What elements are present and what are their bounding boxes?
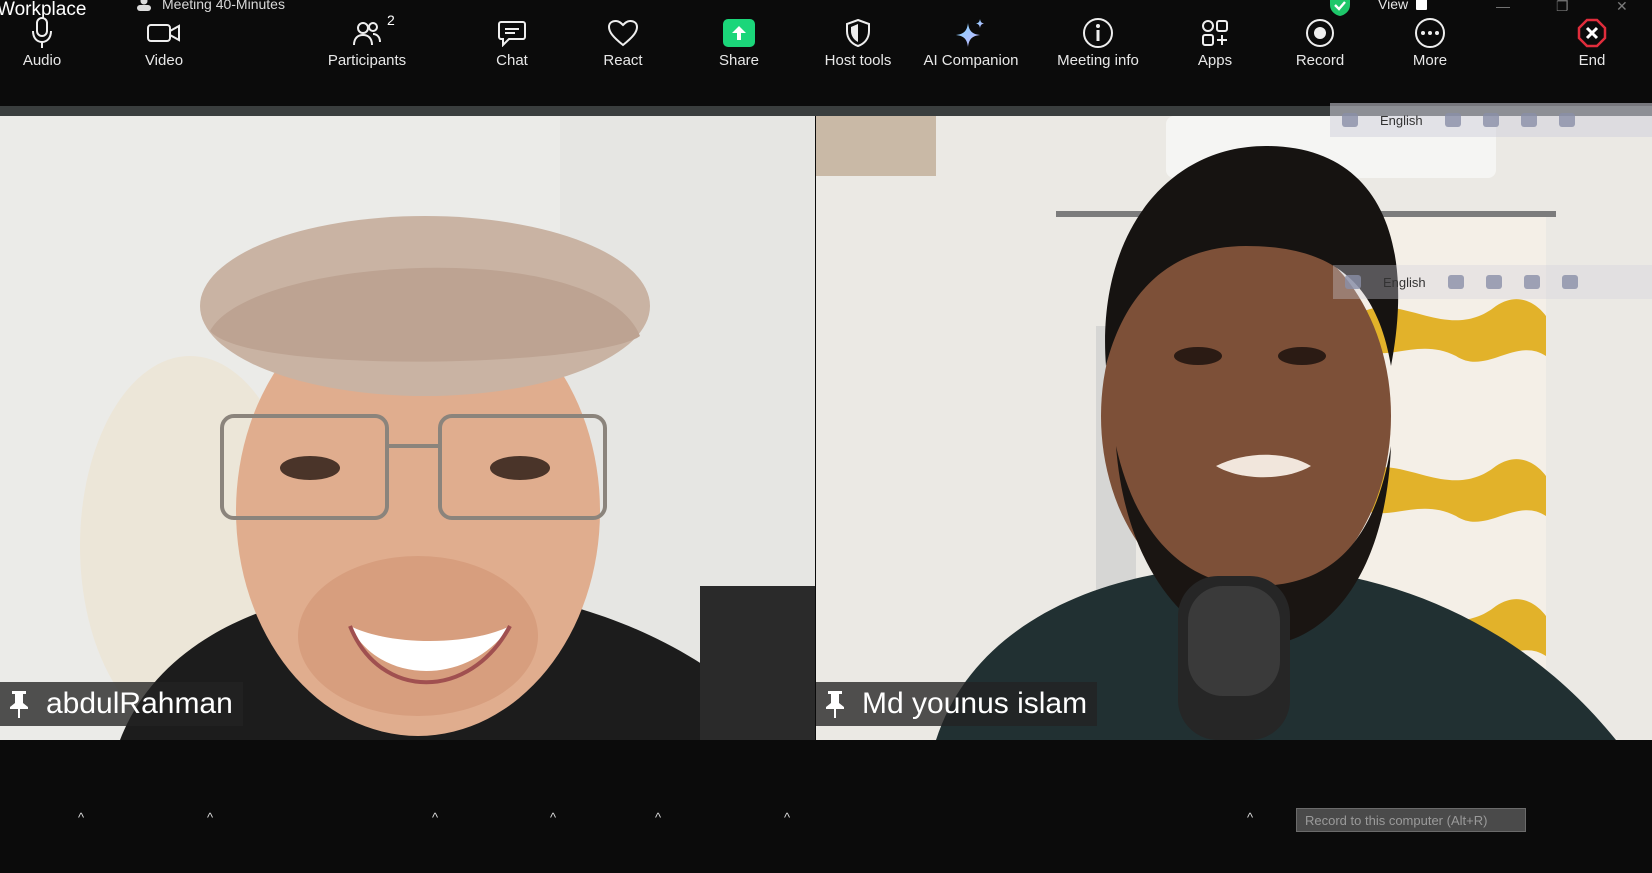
ime-language-bar-ghost[interactable]: English (1333, 265, 1652, 299)
participants-button[interactable]: 2 Participants (322, 0, 412, 83)
participants-count: 2 (387, 12, 395, 28)
view-label: View (1378, 0, 1409, 12)
record-icon (1305, 14, 1335, 52)
apps-options-chevron-icon[interactable]: ^ (1247, 810, 1253, 825)
heart-icon (607, 14, 639, 52)
react-options-chevron-icon[interactable]: ^ (655, 810, 661, 825)
share-button[interactable]: Share (718, 0, 760, 83)
audio-label: Audio (22, 52, 62, 69)
ime-language[interactable]: English (1380, 113, 1423, 128)
chat-icon (497, 14, 527, 52)
react-label: React (603, 52, 643, 69)
more-button[interactable]: More (1408, 0, 1452, 83)
meeting-info-button[interactable]: Meeting info (1050, 0, 1146, 83)
video-options-chevron-icon[interactable]: ^ (207, 810, 213, 825)
audio-button[interactable]: Audio (18, 0, 66, 83)
host-shield-icon (845, 14, 871, 52)
host-tools-button[interactable]: Host tools (818, 0, 898, 83)
chat-label: Chat (496, 52, 528, 69)
participant-name-tag: Md younus islam (816, 682, 1098, 726)
share-screen-icon (723, 14, 755, 52)
video-button[interactable]: Video (139, 0, 189, 83)
share-label: Share (718, 52, 760, 69)
participants-options-chevron-icon[interactable]: ^ (432, 810, 438, 825)
participant-1-video-feed (0, 116, 815, 740)
video-tile-participant-1[interactable]: abdulRahman (0, 116, 815, 740)
minimize-icon[interactable]: — (1496, 0, 1510, 14)
record-label: Record (1295, 52, 1345, 69)
camera-icon (147, 14, 181, 52)
ime-browser-icon[interactable] (1561, 275, 1578, 289)
ime-language[interactable]: English (1383, 275, 1426, 290)
ime-logo-icon (1342, 113, 1358, 127)
ime-keyboard-icon[interactable] (1447, 275, 1464, 289)
chat-button[interactable]: Chat (492, 0, 532, 83)
participant-name-tag: abdulRahman (0, 682, 243, 726)
participants-toolbar-icon: 2 (353, 12, 395, 52)
chat-options-chevron-icon[interactable]: ^ (550, 810, 556, 825)
participant-name: abdulRahman (46, 687, 233, 720)
ime-tools-icon[interactable] (1485, 275, 1502, 289)
apps-icon (1200, 14, 1230, 52)
react-button[interactable]: React (603, 0, 643, 83)
ime-browser-icon[interactable] (1558, 113, 1575, 127)
ai-companion-button[interactable]: AI Companion (918, 0, 1024, 83)
video-label: Video (144, 52, 184, 69)
ime-settings-icon[interactable] (1520, 113, 1537, 127)
record-button[interactable]: Record (1294, 0, 1346, 83)
microphone-icon (31, 14, 53, 52)
ime-settings-icon[interactable] (1523, 275, 1540, 289)
sparkle-icon (954, 14, 988, 52)
participants-label: Participants (327, 52, 407, 69)
maximize-icon[interactable]: ❐ (1556, 0, 1569, 15)
end-call-icon (1577, 14, 1607, 52)
video-tile-participant-2[interactable]: Md younus islam (816, 116, 1652, 740)
participant-2-video-feed (816, 116, 1652, 740)
host-tools-label: Host tools (824, 52, 892, 69)
ai-companion-label: AI Companion (923, 52, 1019, 69)
pin-icon[interactable] (6, 689, 32, 719)
ime-keyboard-icon[interactable] (1444, 113, 1461, 127)
pin-icon[interactable] (822, 689, 848, 719)
ime-logo-icon (1345, 275, 1361, 289)
more-dots-icon (1414, 14, 1446, 52)
close-icon[interactable]: ✕ (1616, 0, 1628, 15)
apps-button[interactable]: Apps (1195, 0, 1235, 83)
info-icon (1082, 14, 1114, 52)
ime-language-bar[interactable]: English (1330, 103, 1652, 137)
apps-label: Apps (1197, 52, 1233, 69)
share-options-chevron-icon[interactable]: ^ (784, 810, 790, 825)
ime-tools-icon[interactable] (1482, 113, 1499, 127)
audio-options-chevron-icon[interactable]: ^ (78, 810, 84, 825)
meeting-info-label: Meeting info (1057, 52, 1139, 69)
more-label: More (1412, 52, 1448, 69)
end-button[interactable]: End (1572, 0, 1612, 83)
end-label: End (1578, 52, 1606, 69)
participant-name: Md younus islam (862, 687, 1088, 720)
record-tooltip: Record to this computer (Alt+R) (1296, 808, 1526, 832)
